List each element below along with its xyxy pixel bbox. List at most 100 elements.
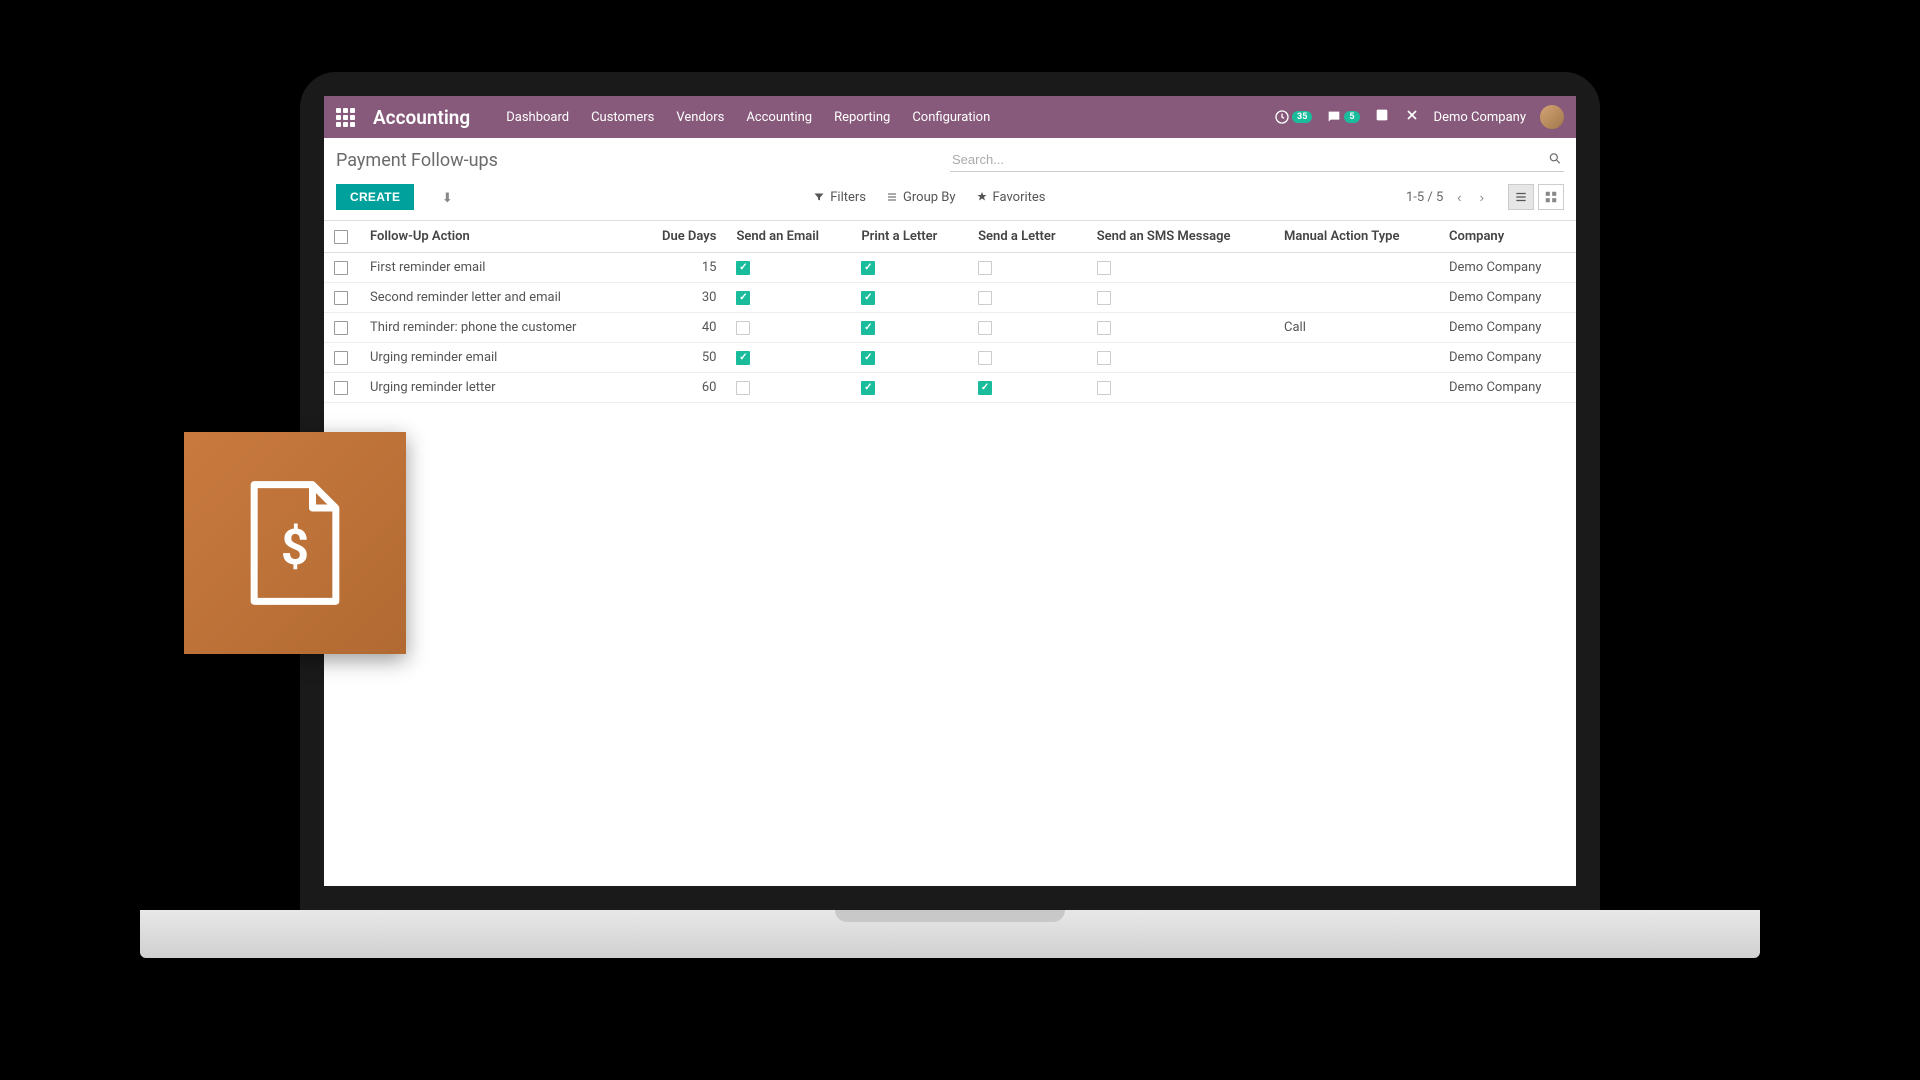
nav-accounting[interactable]: Accounting — [746, 110, 812, 125]
favorites-label: Favorites — [993, 190, 1046, 205]
cell-action: First reminder email — [360, 253, 636, 283]
checkbox-checked[interactable] — [861, 351, 875, 365]
cell-send-email — [726, 373, 851, 403]
row-select-checkbox[interactable] — [334, 381, 348, 395]
user-avatar[interactable] — [1540, 105, 1564, 129]
cell-action: Urging reminder letter — [360, 373, 636, 403]
table-row[interactable]: Urging reminder email50Demo Company — [324, 343, 1576, 373]
cell-send-letter — [968, 253, 1087, 283]
cell-print-letter — [851, 253, 968, 283]
cell-send-sms — [1087, 283, 1274, 313]
col-send-email[interactable]: Send an Email — [726, 221, 851, 253]
pager-next[interactable]: › — [1476, 186, 1488, 209]
col-due-days[interactable]: Due Days — [636, 221, 727, 253]
checkbox-unchecked[interactable] — [978, 351, 992, 365]
groupby-button[interactable]: Group By — [886, 190, 956, 205]
filters-button[interactable]: Filters — [813, 190, 866, 205]
checkbox-unchecked[interactable] — [978, 261, 992, 275]
cell-company: Demo Company — [1439, 373, 1576, 403]
col-action[interactable]: Follow-Up Action — [360, 221, 636, 253]
create-button[interactable]: CREATE — [336, 184, 414, 210]
messages-icon[interactable]: 5 — [1326, 109, 1359, 125]
cell-action: Second reminder letter and email — [360, 283, 636, 313]
cell-send-letter — [968, 283, 1087, 313]
col-print-letter[interactable]: Print a Letter — [851, 221, 968, 253]
cell-print-letter — [851, 313, 968, 343]
checkbox-checked[interactable] — [978, 381, 992, 395]
search-icon[interactable] — [1548, 150, 1562, 169]
cell-company: Demo Company — [1439, 283, 1576, 313]
checkbox-checked[interactable] — [861, 291, 875, 305]
search-input[interactable] — [950, 148, 1564, 171]
cell-manual-action — [1274, 253, 1439, 283]
cell-action: Urging reminder email — [360, 343, 636, 373]
checkbox-checked[interactable] — [861, 321, 875, 335]
nav-reporting[interactable]: Reporting — [834, 110, 890, 125]
download-button[interactable]: ⬇ — [424, 188, 453, 206]
checkbox-checked[interactable] — [861, 381, 875, 395]
list-view-button[interactable] — [1508, 184, 1534, 210]
close-icon[interactable] — [1404, 107, 1420, 127]
checkbox-unchecked[interactable] — [736, 381, 750, 395]
checkbox-checked[interactable] — [861, 261, 875, 275]
checkbox-unchecked[interactable] — [978, 321, 992, 335]
groupby-label: Group By — [903, 190, 956, 205]
pager-prev[interactable]: ‹ — [1453, 186, 1465, 209]
cell-due-days: 15 — [636, 253, 727, 283]
followups-table: Follow-Up Action Due Days Send an Email … — [324, 220, 1576, 403]
table-row[interactable]: First reminder email15 Demo Company — [324, 253, 1576, 283]
table-row[interactable]: Third reminder: phone the customer40Call… — [324, 313, 1576, 343]
activity-icon[interactable]: 35 — [1274, 109, 1312, 125]
favorites-button[interactable]: Favorites — [976, 190, 1046, 205]
select-all-checkbox[interactable] — [334, 230, 348, 244]
cell-due-days: 60 — [636, 373, 727, 403]
table-row[interactable]: Urging reminder letter60 Demo Company — [324, 373, 1576, 403]
cell-send-letter — [968, 313, 1087, 343]
company-name[interactable]: Demo Company — [1434, 110, 1526, 125]
activity-badge: 35 — [1292, 111, 1312, 123]
cell-due-days: 40 — [636, 313, 727, 343]
apps-icon[interactable] — [336, 108, 355, 127]
cell-send-letter — [968, 373, 1087, 403]
row-select-checkbox[interactable] — [334, 351, 348, 365]
pager-text: 1-5 / 5 — [1406, 190, 1443, 205]
cell-send-email — [726, 343, 851, 373]
checkbox-unchecked[interactable] — [1097, 351, 1111, 365]
checkbox-unchecked[interactable] — [1097, 381, 1111, 395]
nav-customers[interactable]: Customers — [591, 110, 654, 125]
cell-send-sms — [1087, 313, 1274, 343]
nav-items: Dashboard Customers Vendors Accounting R… — [506, 110, 990, 125]
checkbox-checked[interactable] — [736, 291, 750, 305]
checkbox-unchecked[interactable] — [1097, 291, 1111, 305]
checkbox-unchecked[interactable] — [1097, 321, 1111, 335]
filters-label: Filters — [830, 190, 866, 205]
row-select-checkbox[interactable] — [334, 321, 348, 335]
col-send-letter[interactable]: Send a Letter — [968, 221, 1087, 253]
checkbox-unchecked[interactable] — [978, 291, 992, 305]
nav-dashboard[interactable]: Dashboard — [506, 110, 569, 125]
accounting-app-icon: $ — [184, 432, 406, 654]
checkbox-unchecked[interactable] — [1097, 261, 1111, 275]
nav-configuration[interactable]: Configuration — [912, 110, 990, 125]
cell-print-letter — [851, 343, 968, 373]
cell-company: Demo Company — [1439, 313, 1576, 343]
cell-manual-action — [1274, 283, 1439, 313]
nav-vendors[interactable]: Vendors — [676, 110, 724, 125]
row-select-checkbox[interactable] — [334, 261, 348, 275]
kanban-view-button[interactable] — [1538, 184, 1564, 210]
cell-send-email — [726, 313, 851, 343]
col-company[interactable]: Company — [1439, 221, 1576, 253]
app-name[interactable]: Accounting — [373, 106, 470, 129]
row-select-checkbox[interactable] — [334, 291, 348, 305]
cell-send-letter — [968, 343, 1087, 373]
col-manual-action[interactable]: Manual Action Type — [1274, 221, 1439, 253]
cell-send-sms — [1087, 253, 1274, 283]
table-row[interactable]: Second reminder letter and email30Demo C… — [324, 283, 1576, 313]
col-send-sms[interactable]: Send an SMS Message — [1087, 221, 1274, 253]
checkbox-checked[interactable] — [736, 261, 750, 275]
messages-badge: 5 — [1344, 111, 1359, 123]
checkbox-checked[interactable] — [736, 351, 750, 365]
checkbox-unchecked[interactable] — [736, 321, 750, 335]
tray-icon[interactable] — [1374, 107, 1390, 127]
cell-company: Demo Company — [1439, 253, 1576, 283]
